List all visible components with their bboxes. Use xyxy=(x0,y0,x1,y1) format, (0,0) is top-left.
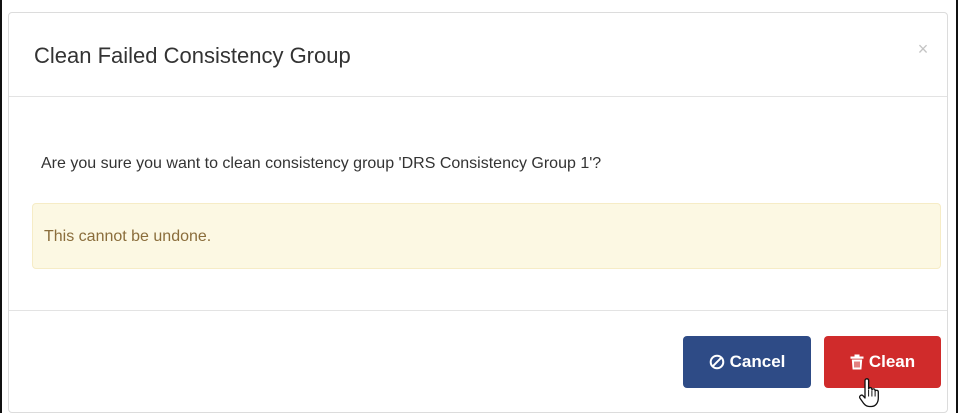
dialog-title: Clean Failed Consistency Group xyxy=(34,43,351,68)
warning-text: This cannot be undone. xyxy=(44,228,212,245)
close-icon: × xyxy=(917,39,929,59)
clean-consistency-group-dialog: Clean Failed Consistency Group × Are you… xyxy=(8,12,948,413)
cancel-button[interactable]: Cancel xyxy=(683,336,811,388)
screen: Clean Failed Consistency Group × Are you… xyxy=(0,0,958,413)
cancel-label: Cancel xyxy=(729,352,786,371)
confirmation-question: Are you sure you want to clean consisten… xyxy=(41,155,602,172)
clean-button[interactable]: Clean xyxy=(824,336,941,388)
left-border xyxy=(0,0,2,413)
dialog-footer: Cancel Clean xyxy=(9,311,947,413)
clean-label: Clean xyxy=(868,352,916,371)
ban-icon xyxy=(709,354,725,370)
warning-alert: This cannot be undone. xyxy=(32,203,941,269)
dialog-header: Clean Failed Consistency Group × xyxy=(9,13,947,97)
dialog-body: Are you sure you want to clean consisten… xyxy=(9,97,947,311)
trash-icon xyxy=(850,354,864,370)
close-button[interactable]: × xyxy=(911,37,935,61)
